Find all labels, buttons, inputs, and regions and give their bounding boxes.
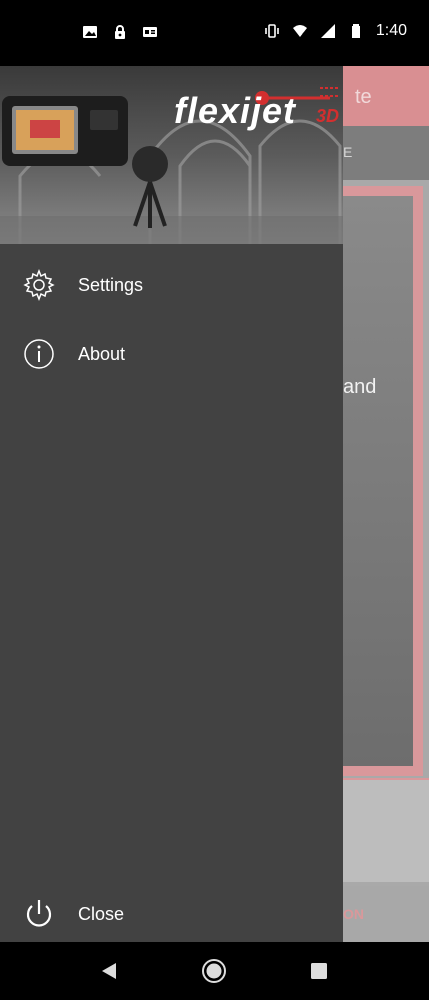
background-input-area — [330, 778, 429, 882]
background-tab-label: E — [343, 144, 353, 160]
drawer-item-settings[interactable]: Settings — [0, 257, 343, 313]
info-icon — [24, 339, 54, 369]
gallery-icon — [143, 27, 157, 37]
background-card — [330, 186, 423, 776]
signal-icon — [320, 24, 335, 38]
drawer-header: flexijet 3D — [0, 66, 343, 244]
drawer-item-close[interactable]: Close — [0, 886, 343, 942]
lock-icon — [115, 25, 125, 39]
battery-icon — [351, 24, 360, 38]
back-icon[interactable] — [100, 962, 118, 980]
status-right-icons: 1:40 — [264, 22, 407, 40]
recents-icon[interactable] — [310, 962, 328, 980]
status-time: 1:40 — [375, 22, 407, 39]
status-left-icons — [82, 24, 158, 40]
home-icon[interactable] — [201, 958, 227, 984]
gear-icon — [23, 268, 55, 302]
header-logo-suffix: 3D — [316, 106, 340, 126]
status-bar: 1:40 — [0, 0, 429, 66]
drawer-item-label: Close — [78, 903, 125, 924]
power-icon — [26, 900, 52, 927]
vibrate-icon — [265, 24, 279, 38]
drawer-item-about[interactable]: About — [0, 326, 343, 382]
drawer-item-label: Settings — [78, 274, 144, 295]
background-bottom-button-label: ON — [343, 906, 364, 922]
image-icon — [83, 26, 97, 38]
header-logo-text: flexijet — [174, 90, 297, 131]
background-app-title: te — [355, 86, 372, 108]
drawer-item-label: About — [78, 343, 126, 364]
system-nav-bar — [0, 942, 429, 1000]
navigation-drawer: flexijet 3D Settings About Close — [0, 66, 343, 942]
wifi-icon — [292, 25, 308, 38]
background-card-text: and — [343, 376, 377, 398]
